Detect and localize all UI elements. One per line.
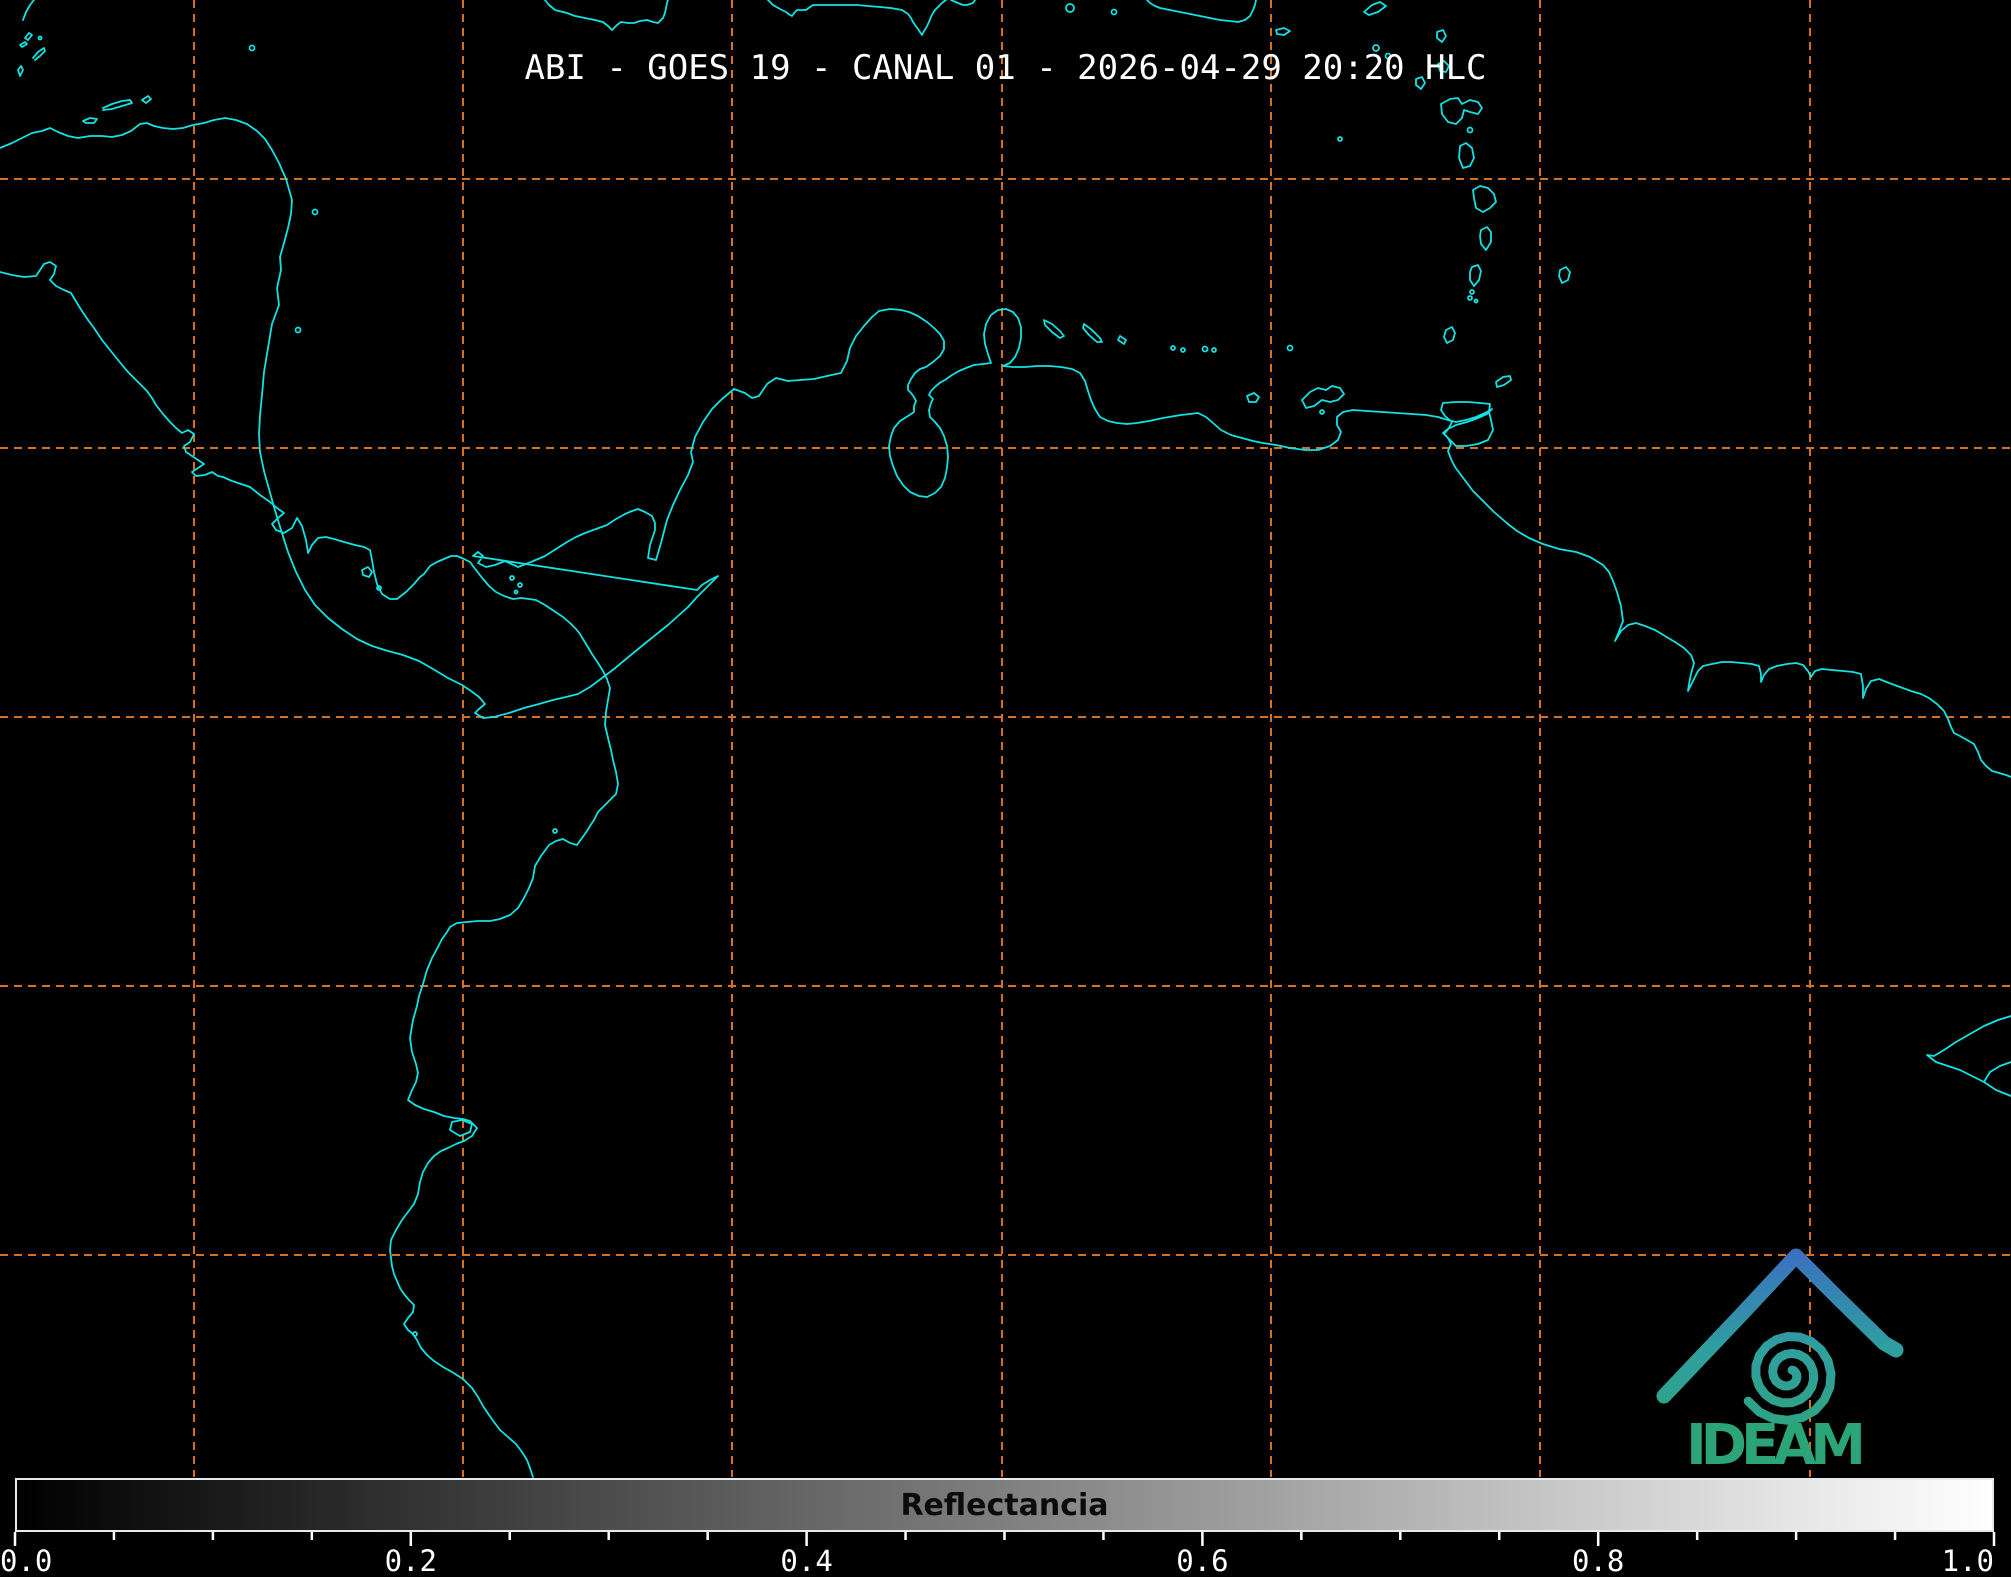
colorbar: Reflectancia xyxy=(15,1478,1994,1532)
islet-left-edge-dot xyxy=(39,37,42,40)
island-utila-island xyxy=(83,118,97,123)
coastline-amazon-coast-fragment-lower xyxy=(1984,1082,2011,1096)
island-tobago xyxy=(1496,376,1511,387)
colorbar-tick-label: 0.4 xyxy=(780,1544,832,1577)
island-guadeloupe xyxy=(1441,98,1482,124)
coastline-honduras-cay-arc-1 xyxy=(23,0,34,20)
island-grenada xyxy=(1444,327,1455,343)
island-curacao xyxy=(1083,324,1102,342)
island-barbados xyxy=(1559,267,1570,283)
colorbar-tick-labels: 0.0 0.2 0.4 0.6 0.8 1.0 xyxy=(0,1544,2011,1577)
island-bonaire xyxy=(1118,336,1126,344)
islet-los-roques-1 xyxy=(1203,347,1208,352)
islet-san-andres xyxy=(296,328,301,333)
colorbar-tick-label: 0.8 xyxy=(1572,1544,1624,1577)
island-guayaquil-puna-island xyxy=(450,1120,472,1136)
satellite-product-canvas: IDEAM ABI - GOES 19 - CANAL 01 - 2026-04… xyxy=(0,0,2011,1577)
islet-las-aves-1 xyxy=(1171,346,1175,350)
island-left-edge-cay-1 xyxy=(25,33,32,40)
coastline-jamaica-south-coast xyxy=(545,0,668,30)
islet-coche-island xyxy=(1320,410,1324,414)
islet-saintes-islet xyxy=(1468,128,1473,133)
colorbar-tick-label: 0.6 xyxy=(1176,1544,1228,1577)
islet-mona-island xyxy=(1112,10,1117,15)
islet-los-roques-2 xyxy=(1212,348,1216,352)
island-st-lucia xyxy=(1480,227,1491,250)
colorbar-tick-label: 0.2 xyxy=(385,1544,437,1577)
coastline-amazon-coast-fragment xyxy=(1927,1016,2011,1082)
island-martinique xyxy=(1473,186,1496,212)
island-st-croix xyxy=(1364,2,1386,15)
islet-pearl-island-3 xyxy=(515,591,518,594)
coastline-pacific-coast-central-america-to-peru xyxy=(0,262,618,1477)
islet-providencia xyxy=(313,210,318,215)
island-la-tortuga xyxy=(1247,393,1259,402)
coastline-roatan-island xyxy=(103,100,132,110)
ideam-logo: IDEAM xyxy=(1664,1256,1896,1478)
islet-pearl-island-2 xyxy=(518,583,522,587)
island-coiba-island xyxy=(362,567,372,577)
logo-text: IDEAM xyxy=(1686,1413,1868,1478)
island-margarita-island xyxy=(1302,386,1344,408)
islet-grenadines-2 xyxy=(1468,296,1472,300)
coastline-hispaniola-south-coast xyxy=(768,0,946,35)
coastline-hispaniola-east-tip xyxy=(951,0,975,5)
island-left-edge-cay-2 xyxy=(20,42,27,47)
islet-pearl-island-1 xyxy=(510,576,514,580)
island-aruba xyxy=(1044,320,1064,338)
logo-mountain-icon xyxy=(1664,1256,1896,1396)
colorbar-tick-label: 1.0 xyxy=(1942,1544,1994,1577)
graticule-gridlines xyxy=(0,0,2011,1477)
image-title: ABI - GOES 19 - CANAL 01 - 2026-04-29 20… xyxy=(0,48,2011,88)
island-vieques xyxy=(1276,28,1290,35)
island-st-vincent xyxy=(1470,265,1481,286)
colorbar-label: Reflectancia xyxy=(17,1480,1992,1530)
islet-tumaco-islet xyxy=(553,829,557,833)
island-guanaja-island xyxy=(142,96,151,103)
satellite-map-image: IDEAM xyxy=(0,0,2011,1577)
islet-las-aves-2 xyxy=(1181,348,1185,352)
islet-grenadines-3 xyxy=(1475,300,1478,303)
logo-hurricane-spiral-icon xyxy=(1748,1337,1831,1421)
islet-la-orchila xyxy=(1288,346,1293,351)
islet-aves-island xyxy=(1338,137,1342,141)
islet-islet-west-of-pr xyxy=(1066,4,1074,12)
island-trinidad xyxy=(1441,402,1493,446)
island-barbuda xyxy=(1437,30,1446,42)
coastline-puerto-rico-south-coast xyxy=(1147,0,1256,22)
island-dominica xyxy=(1459,143,1474,168)
islet-grenadines-1 xyxy=(1470,290,1474,294)
colorbar-tick-label: 0.0 xyxy=(0,1544,52,1577)
islet-paita-islet xyxy=(413,1332,417,1336)
